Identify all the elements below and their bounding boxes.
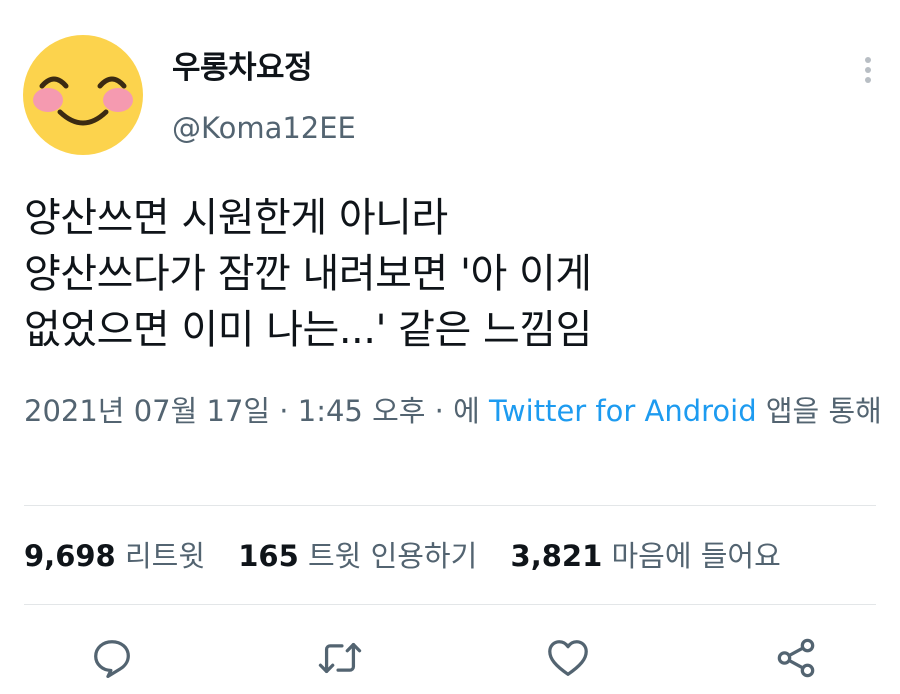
reply-icon xyxy=(94,640,130,679)
share-icon xyxy=(777,638,815,678)
divider xyxy=(24,604,876,605)
likes-stat[interactable]: 3,821 마음에 들어요 xyxy=(511,539,781,573)
retweets-count: 9,698 xyxy=(24,539,116,573)
avatar[interactable] xyxy=(22,34,144,156)
more-options-icon[interactable] xyxy=(856,50,880,90)
retweet-button[interactable] xyxy=(310,628,370,688)
user-handle[interactable]: @Koma12EE xyxy=(172,108,356,148)
share-button[interactable] xyxy=(766,628,826,688)
meta-separator: · xyxy=(425,394,454,428)
quotes-count: 165 xyxy=(238,539,299,573)
retweets-stat[interactable]: 9,698 리트윗 xyxy=(24,539,205,573)
tweet-header: 우롱차요정 @Koma12EE xyxy=(22,30,882,156)
divider xyxy=(24,505,876,506)
meta-separator: · xyxy=(270,394,298,428)
tweet-text: 양산쓰면 시원한게 아니라 양산쓰다가 잠깐 내려보면 '아 이게 없었으면 이… xyxy=(24,195,592,353)
reply-button[interactable] xyxy=(82,628,142,688)
likes-count: 3,821 xyxy=(510,539,603,573)
source-link[interactable]: Twitter for Android xyxy=(489,394,757,428)
display-name[interactable]: 우롱차요정 xyxy=(172,48,356,88)
like-icon xyxy=(548,640,588,676)
retweet-icon xyxy=(318,642,362,674)
tweet-date[interactable]: 2021년 07월 17일 xyxy=(24,394,270,428)
action-bar xyxy=(0,628,900,688)
retweets-label: 리트윗 xyxy=(124,539,205,573)
quotes-stat[interactable]: 165 트윗 인용하기 xyxy=(238,539,477,573)
user-names: 우롱차요정 @Koma12EE xyxy=(172,48,356,148)
via-prefix: 에 xyxy=(453,394,490,428)
like-button[interactable] xyxy=(538,628,598,688)
engagement-stats: 9,698 리트윗 165 트윗 인용하기 3,821 마음에 들어요 xyxy=(24,534,805,578)
likes-label: 마음에 들어요 xyxy=(611,539,781,573)
quotes-label: 트윗 인용하기 xyxy=(307,539,478,573)
tweet-metadata: 2021년 07월 17일 · 1:45 오후 · 에 Twitter for … xyxy=(24,389,884,433)
tweet-time[interactable]: 1:45 오후 xyxy=(298,394,426,428)
via-suffix: 앱을 통해 xyxy=(756,394,882,428)
